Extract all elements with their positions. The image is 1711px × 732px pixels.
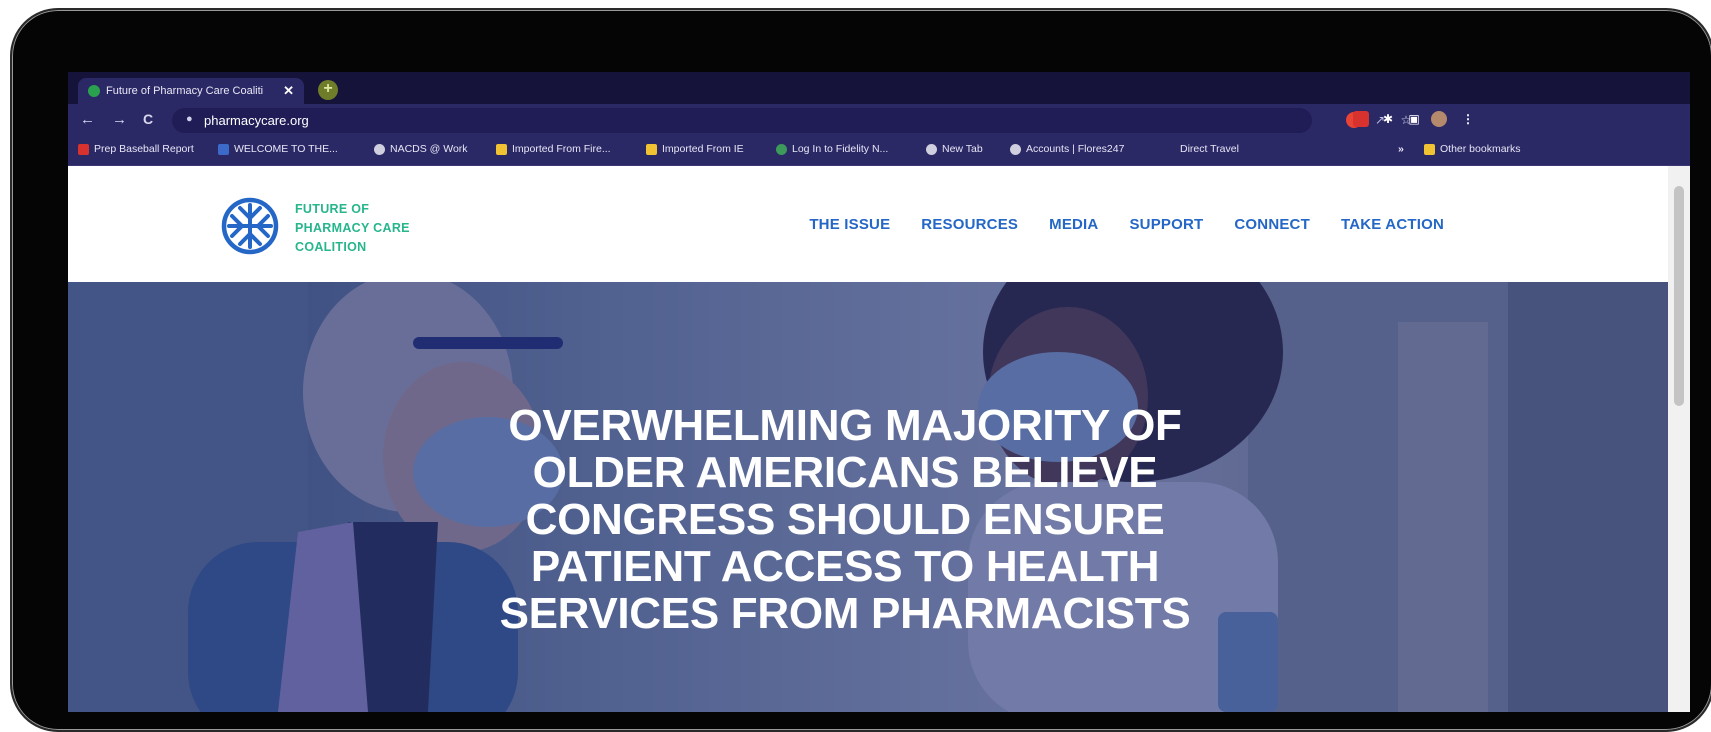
bookmark-label: Other bookmarks <box>1440 143 1521 155</box>
bookmarks-overflow-icon[interactable]: » <box>1398 143 1404 155</box>
bookmark-label: NACDS @ Work <box>390 143 468 155</box>
lock-icon: ● <box>186 113 193 125</box>
bookmark-item[interactable]: Direct Travel <box>1180 143 1239 155</box>
favicon-icon <box>88 85 100 97</box>
bookmark-item[interactable]: NACDS @ Work <box>374 143 468 155</box>
bookmark-item[interactable]: WELCOME TO THE... <box>218 143 338 155</box>
folder-icon <box>646 143 657 155</box>
bookmark-label: Prep Baseball Report <box>94 143 194 155</box>
nav-resources[interactable]: RESOURCES <box>921 216 1018 233</box>
logo-line: PHARMACY CARE <box>295 221 410 235</box>
bookmark-label: New Tab <box>942 143 983 155</box>
profile-avatar-icon[interactable] <box>1431 111 1447 127</box>
bookmark-label: Direct Travel <box>1180 143 1239 155</box>
hero-headline: OVERWHELMING MAJORITY OF OLDER AMERICANS… <box>499 401 1191 638</box>
bookmark-label: Accounts | Flores247 <box>1026 143 1125 155</box>
hero-banner: OVERWHELMING MAJORITY OF OLDER AMERICANS… <box>68 282 1668 712</box>
other-bookmarks[interactable]: Other bookmarks <box>1424 143 1521 155</box>
globe-icon <box>1010 143 1021 155</box>
main-navigation: THE ISSUE RESOURCES MEDIA SUPPORT CONNEC… <box>809 216 1444 233</box>
nav-support[interactable]: SUPPORT <box>1129 216 1203 233</box>
reload-icon[interactable]: C <box>143 111 153 127</box>
nav-take-action[interactable]: TAKE ACTION <box>1341 216 1444 233</box>
browser-window: Future of Pharmacy Care Coaliti ✕ + ← → … <box>68 72 1690 712</box>
bookmark-item[interactable]: Imported From Fire... <box>496 143 611 155</box>
new-tab-button[interactable]: + <box>318 80 338 100</box>
bookmark-item[interactable]: New Tab <box>926 143 983 155</box>
folder-icon <box>1424 143 1435 155</box>
web-page: FUTURE OF PHARMACY CARE COALITION THE IS… <box>68 166 1668 712</box>
site-header: FUTURE OF PHARMACY CARE COALITION THE IS… <box>68 166 1668 282</box>
bookmark-icon <box>218 143 229 155</box>
laptop-frame: Future of Pharmacy Care Coaliti ✕ + ← → … <box>10 8 1711 732</box>
bookmark-item[interactable]: Prep Baseball Report <box>78 143 194 155</box>
fidelity-icon <box>776 143 787 155</box>
bookmarks-bar: Prep Baseball Report WELCOME TO THE... N… <box>68 137 1690 166</box>
browser-tab[interactable]: Future of Pharmacy Care Coaliti ✕ <box>78 78 304 104</box>
bookmark-item[interactable]: Log In to Fidelity N... <box>776 143 888 155</box>
close-tab-icon[interactable]: ✕ <box>283 83 294 99</box>
browser-toolbar: ← → C ● pharmacycare.org ↗ ☆ ✱ ▣ ⋮ <box>68 104 1690 137</box>
globe-icon <box>926 143 937 155</box>
globe-icon <box>374 143 385 155</box>
address-bar[interactable]: ● pharmacycare.org ↗ ☆ <box>172 108 1411 133</box>
bookmark-label: Log In to Fidelity N... <box>792 143 889 155</box>
tab-strip: Future of Pharmacy Care Coaliti ✕ + <box>68 72 1690 104</box>
bookmark-item[interactable]: Accounts | Flores247 <box>1010 143 1124 155</box>
bookmark-label: WELCOME TO THE... <box>234 143 338 155</box>
coalition-logo-icon[interactable] <box>220 196 280 256</box>
logo-line: FUTURE OF <box>295 202 370 216</box>
bookmark-icon <box>78 143 89 155</box>
side-panel-icon[interactable]: ▣ <box>1406 111 1422 127</box>
forward-icon[interactable]: → <box>112 111 127 128</box>
tab-title: Future of Pharmacy Care Coaliti <box>106 85 264 97</box>
menu-kebab-icon[interactable]: ⋮ <box>1460 111 1476 127</box>
extension-red-icon[interactable] <box>1353 111 1369 127</box>
nav-connect[interactable]: CONNECT <box>1234 216 1310 233</box>
logo-line: COALITION <box>295 240 367 254</box>
nav-the-issue[interactable]: THE ISSUE <box>809 216 890 233</box>
scrollbar-thumb[interactable] <box>1674 186 1684 406</box>
page-scrollbar[interactable] <box>1668 166 1690 712</box>
back-icon[interactable]: ← <box>80 111 95 128</box>
bookmark-item[interactable]: Imported From IE <box>646 143 744 155</box>
bookmark-label: Imported From IE <box>662 143 744 155</box>
folder-icon <box>496 143 507 155</box>
logo-wordmark[interactable]: FUTURE OF PHARMACY CARE COALITION <box>295 200 410 257</box>
nav-media[interactable]: MEDIA <box>1049 216 1098 233</box>
extensions-puzzle-icon[interactable]: ✱ <box>1380 111 1396 127</box>
bookmark-label: Imported From Fire... <box>512 143 611 155</box>
url-text: pharmacycare.org <box>204 113 309 128</box>
